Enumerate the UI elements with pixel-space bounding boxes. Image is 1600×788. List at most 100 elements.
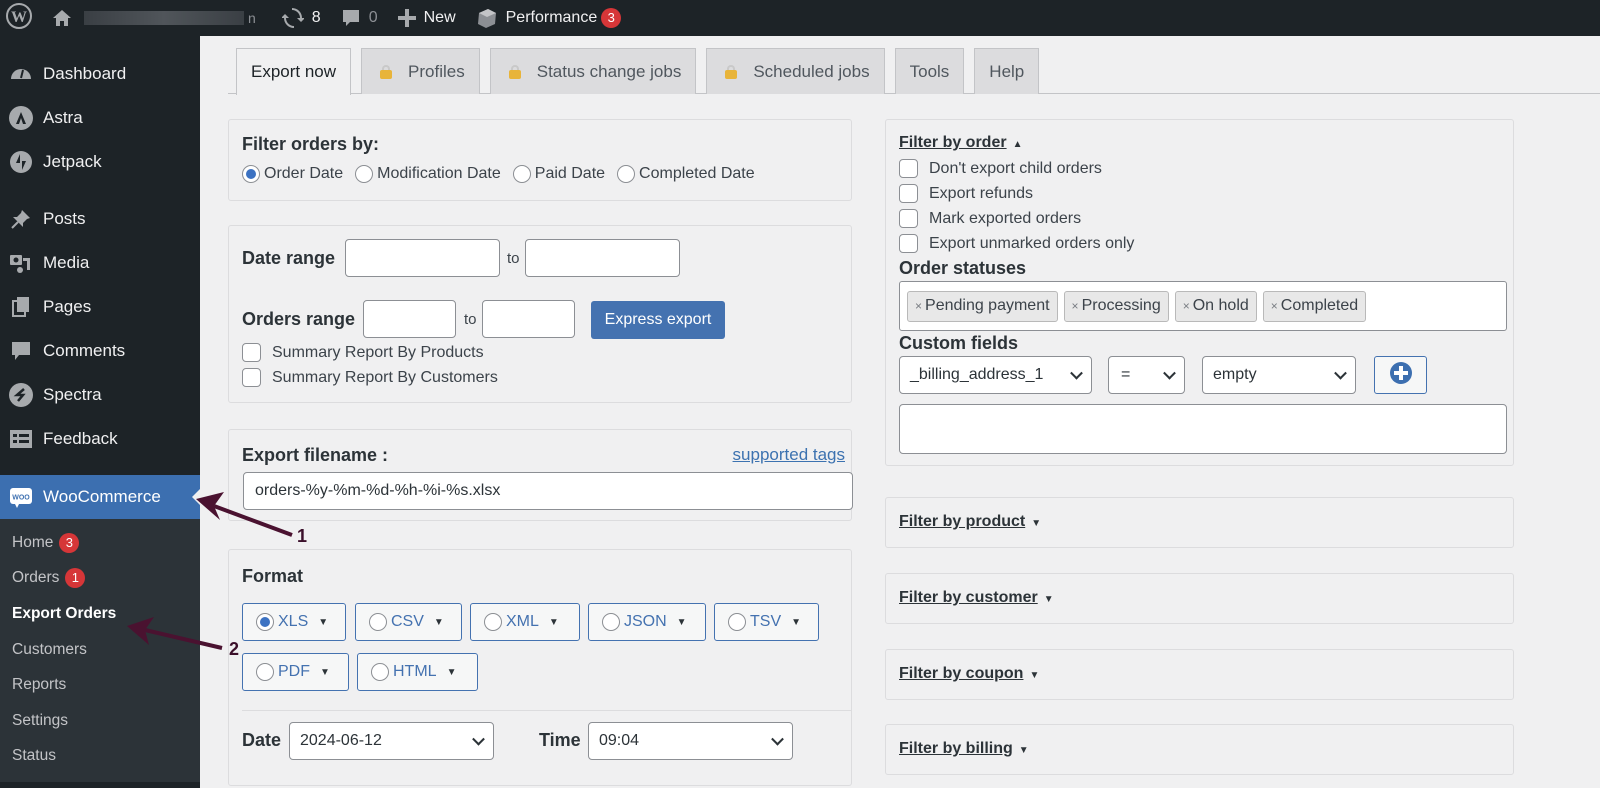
- sidebar-item-woocommerce[interactable]: WOO WooCommerce: [0, 475, 200, 519]
- radio-paid-date[interactable]: [512, 165, 531, 183]
- sidebar-item-pages[interactable]: Pages: [0, 285, 200, 329]
- comments-menu[interactable]: 0: [331, 0, 388, 36]
- filter-by-order-panel: Filter by order ▲ Don't export child orde…: [885, 119, 1514, 466]
- submenu-item-settings[interactable]: Settings: [0, 703, 200, 739]
- orders-from-input[interactable]: [363, 300, 456, 338]
- spectra-icon: [8, 382, 34, 408]
- updates-menu[interactable]: 8: [272, 0, 331, 36]
- submenu-item-export-orders[interactable]: Export Orders: [0, 596, 200, 632]
- filter-by-customer-toggle[interactable]: Filter by customer: [899, 589, 1038, 606]
- status-chip[interactable]: × Completed: [1262, 290, 1367, 322]
- sidebar-item-media[interactable]: Media: [0, 241, 200, 285]
- export-refunds-checkbox[interactable]: [899, 184, 918, 203]
- filter-by-product-panel: Filter by product ▼: [885, 497, 1514, 548]
- filter-by-billing-toggle[interactable]: Filter by billing: [899, 740, 1013, 757]
- submenu-item-status[interactable]: Status: [0, 739, 200, 775]
- remove-icon[interactable]: ×: [1271, 299, 1278, 313]
- svg-text:WOO: WOO: [12, 495, 30, 502]
- sidebar-item-label: Posts: [43, 209, 86, 228]
- format-option-xml[interactable]: XML ▼: [470, 603, 580, 641]
- tab-profiles[interactable]: Profiles: [361, 48, 480, 94]
- summary-products-checkbox[interactable]: [242, 343, 261, 362]
- status-chip[interactable]: × Pending payment: [907, 290, 1058, 322]
- performance-menu[interactable]: Performance 3: [466, 0, 632, 36]
- radio-completed-date[interactable]: [617, 165, 636, 183]
- submenu-item-customers[interactable]: Customers: [0, 632, 200, 668]
- caret-up-icon: ▲: [1012, 139, 1023, 150]
- remove-icon[interactable]: ×: [1072, 299, 1079, 313]
- format-option-csv[interactable]: CSV ▼: [355, 603, 462, 641]
- tab-status-change-jobs[interactable]: Status change jobs: [489, 48, 697, 94]
- sidebar-item-feedback[interactable]: Feedback: [0, 417, 200, 461]
- format-option-html[interactable]: HTML ▼: [357, 653, 478, 691]
- submenu-item-reports[interactable]: Reports: [0, 667, 200, 703]
- sidebar-item-comments[interactable]: Comments: [0, 329, 200, 373]
- date-from-input[interactable]: [345, 239, 500, 277]
- caret-down-icon: ▼: [318, 616, 329, 628]
- export-filename-label: Export filename :: [242, 445, 389, 465]
- format-option-xls[interactable]: XLS ▼: [242, 603, 346, 641]
- site-name-menu[interactable]: n: [42, 0, 266, 36]
- submenu-item-orders[interactable]: Orders 1: [0, 561, 200, 597]
- tab-scheduled-jobs[interactable]: Scheduled jobs: [706, 48, 885, 94]
- admin-bar: W n 8 0 New Performance 3: [0, 0, 1600, 36]
- main-content: Export now Profiles Status change jobs S…: [200, 36, 1600, 788]
- wordpress-logo-icon: W: [6, 2, 32, 34]
- orders-to-input[interactable]: [482, 300, 575, 338]
- remove-icon[interactable]: ×: [1183, 299, 1190, 313]
- date-select[interactable]: 2024-06-12: [289, 722, 494, 760]
- media-icon: [8, 250, 34, 276]
- supported-tags-link[interactable]: supported tags: [733, 445, 845, 465]
- filter-by-product-toggle[interactable]: Filter by product: [899, 513, 1025, 530]
- tab-bar: Export now Profiles Status change jobs S…: [236, 48, 1040, 95]
- lock-icon: [725, 64, 738, 79]
- filter-orders-by-panel: Filter orders by: Order Date Modificatio…: [228, 119, 852, 201]
- summary-customers-checkbox[interactable]: [242, 368, 261, 387]
- feedback-icon: [8, 426, 34, 452]
- order-statuses-multiselect[interactable]: × Pending payment × Processing × On hold × C…: [899, 281, 1507, 331]
- custom-fields-textarea[interactable]: [899, 404, 1507, 454]
- sidebar-item-posts[interactable]: Posts: [0, 197, 200, 241]
- format-option-tsv[interactable]: TSV ▼: [714, 603, 819, 641]
- radio-order-date[interactable]: [242, 165, 260, 183]
- add-custom-field-button[interactable]: [1374, 356, 1427, 394]
- dont-export-child-orders-checkbox[interactable]: [899, 159, 918, 178]
- filter-by-coupon-panel: Filter by coupon ▼: [885, 649, 1514, 700]
- express-export-button[interactable]: Express export: [591, 301, 725, 339]
- svg-text:W: W: [11, 9, 27, 26]
- remove-icon[interactable]: ×: [915, 299, 922, 313]
- caret-down-icon: ▼: [791, 616, 802, 628]
- wp-logo-menu[interactable]: W: [0, 0, 42, 36]
- sidebar-item-dashboard[interactable]: Dashboard: [0, 52, 200, 96]
- ranges-panel: Date range to Orders range to Express ex…: [228, 225, 852, 403]
- operator-select[interactable]: =: [1108, 356, 1185, 394]
- submenu-item-home[interactable]: Home 3: [0, 525, 200, 561]
- filter-by-coupon-toggle[interactable]: Filter by coupon: [899, 665, 1023, 682]
- status-chip[interactable]: × On hold: [1174, 290, 1257, 322]
- caret-down-icon: ▼: [1029, 670, 1040, 681]
- radio-modification-date[interactable]: [355, 165, 374, 183]
- tab-help[interactable]: Help: [974, 48, 1040, 94]
- custom-field-select[interactable]: _billing_address_1: [899, 356, 1092, 394]
- format-option-json[interactable]: JSON ▼: [588, 603, 706, 641]
- caret-down-icon: ▼: [1031, 518, 1042, 529]
- new-content-menu[interactable]: New: [388, 0, 466, 36]
- performance-label: Performance: [505, 9, 598, 26]
- sidebar-item-spectra[interactable]: Spectra: [0, 373, 200, 417]
- sidebar-item-jetpack[interactable]: Jetpack: [0, 140, 200, 184]
- sidebar-item-astra[interactable]: Astra: [0, 96, 200, 140]
- value-select[interactable]: empty: [1202, 356, 1356, 394]
- date-to-input[interactable]: [525, 239, 680, 277]
- tab-export-now[interactable]: Export now: [236, 48, 352, 95]
- status-chip[interactable]: × Processing: [1063, 290, 1169, 322]
- mark-exported-orders-checkbox[interactable]: [899, 209, 918, 228]
- export-unmarked-orders-checkbox[interactable]: [899, 234, 918, 253]
- export-filename-input[interactable]: [243, 472, 853, 510]
- tab-tools[interactable]: Tools: [894, 48, 965, 94]
- format-option-pdf[interactable]: PDF ▼: [242, 653, 349, 691]
- performance-badge: 3: [601, 8, 622, 28]
- filter-by-customer-panel: Filter by customer ▼: [885, 573, 1514, 624]
- filter-by-order-toggle[interactable]: Filter by order: [899, 134, 1007, 151]
- plus-icon: [397, 9, 416, 27]
- time-select[interactable]: 09:04: [588, 722, 793, 760]
